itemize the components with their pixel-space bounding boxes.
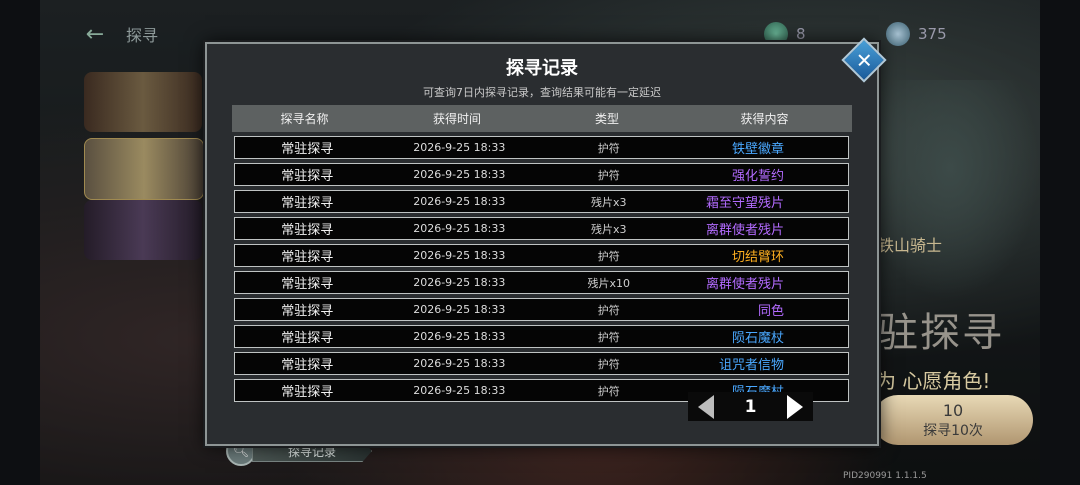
header-type: 类型 bbox=[594, 112, 619, 126]
header-name: 探寻名称 bbox=[280, 112, 329, 126]
header-time: 获得时间 bbox=[432, 112, 481, 126]
draw-10-button[interactable]: 10 探寻10次 bbox=[873, 395, 1033, 445]
record-type: 护符 bbox=[597, 357, 620, 371]
gem-count-1: 8 bbox=[796, 25, 806, 43]
wish-text: 为 心愿角色! bbox=[876, 369, 991, 393]
record-type: 残片x3 bbox=[591, 195, 627, 209]
record-name: 常驻探寻 bbox=[281, 250, 334, 265]
table-row: 常驻探寻 2026-9-25 18:33 残片x10 离群使者残片 bbox=[234, 271, 849, 294]
pagination: 1 bbox=[688, 392, 813, 421]
record-content: 强化誓约 bbox=[732, 169, 785, 184]
record-time: 2026-9-25 18:33 bbox=[413, 195, 506, 208]
record-name: 常驻探寻 bbox=[281, 223, 334, 238]
table-row: 常驻探寻 2026-9-25 18:33 护符 同色 bbox=[234, 298, 849, 321]
prev-page-icon[interactable] bbox=[698, 394, 714, 419]
record-dialog: ✕ 探寻记录 可查询7日内探寻记录，查询结果可能有一定延迟 探寻名称 获得时间 … bbox=[205, 37, 887, 446]
banner-tab-2[interactable] bbox=[84, 138, 204, 200]
dialog-title: 探寻记录 bbox=[506, 58, 578, 79]
table-row: 常驻探寻 2026-9-25 18:33 护符 陨石魔杖 bbox=[234, 325, 849, 348]
record-name: 常驻探寻 bbox=[281, 331, 334, 346]
record-time: 2026-9-25 18:33 bbox=[413, 168, 506, 181]
record-content: 诅咒者信物 bbox=[719, 358, 785, 373]
banner-tab-3[interactable] bbox=[84, 200, 202, 260]
record-type: 护符 bbox=[597, 168, 620, 182]
record-name: 常驻探寻 bbox=[281, 196, 334, 211]
record-content: 铁壁徽章 bbox=[732, 142, 785, 157]
record-content: 离群使者残片 bbox=[706, 223, 785, 238]
record-name: 常驻探寻 bbox=[281, 142, 334, 157]
draw-cost: 10 bbox=[942, 400, 964, 420]
record-list: 常驻探寻 2026-9-25 18:33 护符 铁壁徽章 常驻探寻 2026-9… bbox=[234, 136, 849, 406]
back-arrow-icon[interactable]: ← bbox=[78, 22, 112, 47]
banner-title: 驻探寻 bbox=[878, 310, 1004, 356]
record-time: 2026-9-25 18:33 bbox=[413, 276, 506, 289]
record-name: 常驻探寻 bbox=[281, 358, 334, 373]
record-time: 2026-9-25 18:33 bbox=[413, 249, 506, 262]
blue-crystal-icon bbox=[886, 22, 910, 46]
top-bar: ← 探寻 bbox=[78, 18, 158, 50]
table-row: 常驻探寻 2026-9-25 18:33 护符 强化誓约 bbox=[234, 163, 849, 186]
record-name: 常驻探寻 bbox=[281, 304, 334, 319]
gem-count-2: 375 bbox=[918, 25, 947, 43]
hero-name: 铁山骑士 bbox=[878, 236, 943, 255]
screen-title: 探寻 bbox=[126, 26, 159, 45]
record-name: 常驻探寻 bbox=[281, 277, 334, 292]
record-time: 2026-9-25 18:33 bbox=[413, 141, 506, 154]
draw-label: 探寻10次 bbox=[923, 422, 983, 439]
record-type: 护符 bbox=[597, 303, 620, 317]
record-content: 霜至守望残片 bbox=[706, 196, 785, 211]
record-time: 2026-9-25 18:33 bbox=[413, 384, 506, 397]
record-name: 常驻探寻 bbox=[281, 385, 334, 400]
table-row: 常驻探寻 2026-9-25 18:33 护符 诅咒者信物 bbox=[234, 352, 849, 375]
record-content: 切结臂环 bbox=[732, 250, 785, 265]
record-time: 2026-9-25 18:33 bbox=[413, 357, 506, 370]
table-row: 常驻探寻 2026-9-25 18:33 护符 铁壁徽章 bbox=[234, 136, 849, 159]
page-number: 1 bbox=[744, 396, 757, 417]
table-row: 常驻探寻 2026-9-25 18:33 护符 切结臂环 bbox=[234, 244, 849, 267]
table-header: 探寻名称 获得时间 类型 获得内容 bbox=[232, 105, 852, 132]
record-time: 2026-9-25 18:33 bbox=[413, 330, 506, 343]
gem-counter-2: 375 bbox=[886, 22, 947, 46]
record-name: 常驻探寻 bbox=[281, 169, 334, 184]
banner-tab-1[interactable] bbox=[84, 72, 202, 132]
hero-art bbox=[860, 80, 1040, 300]
table-row: 常驻探寻 2026-9-25 18:33 残片x3 霜至守望残片 bbox=[234, 190, 849, 213]
version-text: PID290991 1.1.1.5 bbox=[843, 471, 927, 481]
record-content: 陨石魔杖 bbox=[732, 331, 785, 346]
record-content: 离群使者残片 bbox=[706, 277, 785, 292]
record-type: 残片x3 bbox=[591, 222, 627, 236]
record-type: 护符 bbox=[597, 330, 620, 344]
next-page-icon[interactable] bbox=[787, 394, 803, 419]
dialog-subtitle: 可查询7日内探寻记录，查询结果可能有一定延迟 bbox=[423, 86, 661, 99]
header-content: 获得内容 bbox=[740, 112, 789, 126]
record-type: 残片x10 bbox=[587, 276, 631, 290]
record-time: 2026-9-25 18:33 bbox=[413, 303, 506, 316]
table-row: 常驻探寻 2026-9-25 18:33 残片x3 离群使者残片 bbox=[234, 217, 849, 240]
record-content: 同色 bbox=[758, 304, 785, 319]
record-type: 护符 bbox=[597, 384, 620, 398]
record-time: 2026-9-25 18:33 bbox=[413, 222, 506, 235]
record-type: 护符 bbox=[597, 141, 620, 155]
record-type: 护符 bbox=[597, 249, 620, 263]
